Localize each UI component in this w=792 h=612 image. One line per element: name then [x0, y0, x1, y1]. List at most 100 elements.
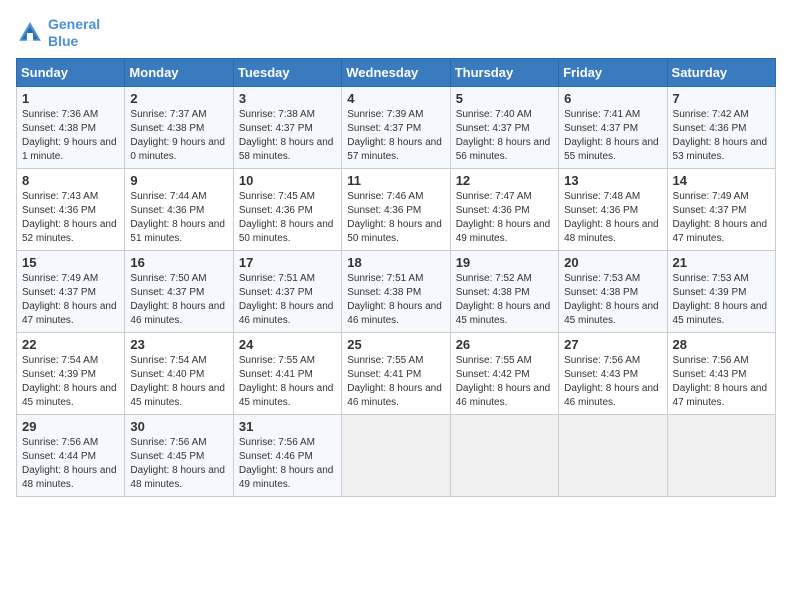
calendar-cell — [342, 414, 450, 496]
calendar-cell: 22 Sunrise: 7:54 AMSunset: 4:39 PMDayligh… — [17, 332, 125, 414]
calendar-week-4: 22 Sunrise: 7:54 AMSunset: 4:39 PMDayligh… — [17, 332, 776, 414]
day-number: 1 — [22, 91, 119, 106]
day-detail: Sunrise: 7:47 AMSunset: 4:36 PMDaylight:… — [456, 190, 553, 246]
day-number: 2 — [130, 91, 227, 106]
calendar-cell: 14Sunrise: 7:49 AMSunset: 4:37 PMDayligh… — [667, 168, 775, 250]
logo-icon — [16, 19, 44, 47]
logo-text: General Blue — [48, 16, 100, 50]
day-detail: Sunrise: 7:48 AMSunset: 4:36 PMDaylight:… — [564, 190, 661, 246]
day-detail: Sunrise: 7:55 AMSunset: 4:42 PMDaylight:… — [456, 354, 553, 410]
calendar-cell: 8Sunrise: 7:43 AMSunset: 4:36 PMDaylight… — [17, 168, 125, 250]
day-number: 17 — [239, 255, 336, 270]
day-number: 9 — [130, 173, 227, 188]
day-detail: Sunrise: 7:44 AMSunset: 4:36 PMDaylight:… — [130, 190, 227, 246]
calendar-cell: 30 Sunrise: 7:56 AMSunset: 4:45 PMDayligh… — [125, 414, 233, 496]
calendar-header-row: SundayMondayTuesdayWednesdayThursdayFrid… — [17, 58, 776, 86]
day-detail: Sunrise: 7:51 AMSunset: 4:37 PMDaylight:… — [239, 272, 336, 328]
day-detail: Sunrise: 7:37 AMSunset: 4:38 PMDaylight:… — [130, 108, 227, 164]
day-detail: Sunrise: 7:49 AMSunset: 4:37 PMDaylight:… — [22, 272, 119, 328]
calendar-cell: 9 Sunrise: 7:44 AMSunset: 4:36 PMDaylight… — [125, 168, 233, 250]
col-header-tuesday: Tuesday — [233, 58, 341, 86]
calendar-cell: 17 Sunrise: 7:51 AMSunset: 4:37 PMDayligh… — [233, 250, 341, 332]
calendar-cell: 1 Sunrise: 7:36 AMSunset: 4:38 PMDaylight… — [17, 86, 125, 168]
day-number: 27 — [564, 337, 661, 352]
day-number: 4 — [347, 91, 444, 106]
day-detail: Sunrise: 7:55 AMSunset: 4:41 PMDaylight:… — [347, 354, 444, 410]
calendar-cell: 7 Sunrise: 7:42 AMSunset: 4:36 PMDaylight… — [667, 86, 775, 168]
calendar-cell: 13 Sunrise: 7:48 AMSunset: 4:36 PMDayligh… — [559, 168, 667, 250]
day-number: 12 — [456, 173, 553, 188]
day-number: 5 — [456, 91, 553, 106]
calendar-cell: 11Sunrise: 7:46 AMSunset: 4:36 PMDayligh… — [342, 168, 450, 250]
col-header-thursday: Thursday — [450, 58, 558, 86]
day-number: 31 — [239, 419, 336, 434]
col-header-saturday: Saturday — [667, 58, 775, 86]
calendar-cell: 5Sunrise: 7:40 AMSunset: 4:37 PMDaylight… — [450, 86, 558, 168]
day-detail: Sunrise: 7:56 AMSunset: 4:45 PMDaylight:… — [130, 436, 227, 492]
day-number: 15 — [22, 255, 119, 270]
calendar-cell — [667, 414, 775, 496]
calendar-cell: 16 Sunrise: 7:50 AMSunset: 4:37 PMDayligh… — [125, 250, 233, 332]
day-detail: Sunrise: 7:38 AMSunset: 4:37 PMDaylight:… — [239, 108, 336, 164]
day-number: 20 — [564, 255, 661, 270]
day-number: 30 — [130, 419, 227, 434]
calendar-cell: 26 Sunrise: 7:55 AMSunset: 4:42 PMDayligh… — [450, 332, 558, 414]
day-number: 18 — [347, 255, 444, 270]
calendar-cell: 24 Sunrise: 7:55 AMSunset: 4:41 PMDayligh… — [233, 332, 341, 414]
day-detail: Sunrise: 7:36 AMSunset: 4:38 PMDaylight:… — [22, 108, 119, 164]
day-number: 28 — [673, 337, 770, 352]
day-detail: Sunrise: 7:50 AMSunset: 4:37 PMDaylight:… — [130, 272, 227, 328]
day-number: 13 — [564, 173, 661, 188]
calendar-cell: 29Sunrise: 7:56 AMSunset: 4:44 PMDayligh… — [17, 414, 125, 496]
day-detail: Sunrise: 7:56 AMSunset: 4:46 PMDaylight:… — [239, 436, 336, 492]
calendar-cell: 4Sunrise: 7:39 AMSunset: 4:37 PMDaylight… — [342, 86, 450, 168]
calendar-cell: 19 Sunrise: 7:52 AMSunset: 4:38 PMDayligh… — [450, 250, 558, 332]
day-number: 19 — [456, 255, 553, 270]
day-number: 10 — [239, 173, 336, 188]
calendar-cell: 20 Sunrise: 7:53 AMSunset: 4:38 PMDayligh… — [559, 250, 667, 332]
day-number: 25 — [347, 337, 444, 352]
calendar-cell: 25 Sunrise: 7:55 AMSunset: 4:41 PMDayligh… — [342, 332, 450, 414]
day-number: 6 — [564, 91, 661, 106]
calendar-cell: 21Sunrise: 7:53 AMSunset: 4:39 PMDayligh… — [667, 250, 775, 332]
day-detail: Sunrise: 7:54 AMSunset: 4:40 PMDaylight:… — [130, 354, 227, 410]
calendar-body: 1 Sunrise: 7:36 AMSunset: 4:38 PMDaylight… — [17, 86, 776, 496]
calendar-week-1: 1 Sunrise: 7:36 AMSunset: 4:38 PMDaylight… — [17, 86, 776, 168]
day-number: 22 — [22, 337, 119, 352]
calendar-cell: 6 Sunrise: 7:41 AMSunset: 4:37 PMDaylight… — [559, 86, 667, 168]
calendar-cell: 23Sunrise: 7:54 AMSunset: 4:40 PMDayligh… — [125, 332, 233, 414]
day-detail: Sunrise: 7:56 AMSunset: 4:44 PMDaylight:… — [22, 436, 119, 492]
day-number: 7 — [673, 91, 770, 106]
day-number: 26 — [456, 337, 553, 352]
col-header-sunday: Sunday — [17, 58, 125, 86]
calendar-cell: 15 Sunrise: 7:49 AMSunset: 4:37 PMDayligh… — [17, 250, 125, 332]
day-number: 16 — [130, 255, 227, 270]
day-detail: Sunrise: 7:54 AMSunset: 4:39 PMDaylight:… — [22, 354, 119, 410]
col-header-monday: Monday — [125, 58, 233, 86]
page-header: General Blue — [16, 16, 776, 50]
logo: General Blue — [16, 16, 100, 50]
calendar-cell: 10Sunrise: 7:45 AMSunset: 4:36 PMDayligh… — [233, 168, 341, 250]
day-detail: Sunrise: 7:51 AMSunset: 4:38 PMDaylight:… — [347, 272, 444, 328]
calendar-table: SundayMondayTuesdayWednesdayThursdayFrid… — [16, 58, 776, 497]
day-number: 14 — [673, 173, 770, 188]
calendar-cell: 28 Sunrise: 7:56 AMSunset: 4:43 PMDayligh… — [667, 332, 775, 414]
day-number: 8 — [22, 173, 119, 188]
day-detail: Sunrise: 7:55 AMSunset: 4:41 PMDaylight:… — [239, 354, 336, 410]
day-detail: Sunrise: 7:56 AMSunset: 4:43 PMDaylight:… — [564, 354, 661, 410]
calendar-week-2: 8Sunrise: 7:43 AMSunset: 4:36 PMDaylight… — [17, 168, 776, 250]
day-detail: Sunrise: 7:56 AMSunset: 4:43 PMDaylight:… — [673, 354, 770, 410]
day-detail: Sunrise: 7:46 AMSunset: 4:36 PMDaylight:… — [347, 190, 444, 246]
calendar-week-3: 15 Sunrise: 7:49 AMSunset: 4:37 PMDayligh… — [17, 250, 776, 332]
calendar-cell — [450, 414, 558, 496]
calendar-week-5: 29Sunrise: 7:56 AMSunset: 4:44 PMDayligh… — [17, 414, 776, 496]
calendar-cell: 3Sunrise: 7:38 AMSunset: 4:37 PMDaylight… — [233, 86, 341, 168]
day-detail: Sunrise: 7:53 AMSunset: 4:38 PMDaylight:… — [564, 272, 661, 328]
day-number: 24 — [239, 337, 336, 352]
day-detail: Sunrise: 7:42 AMSunset: 4:36 PMDaylight:… — [673, 108, 770, 164]
calendar-cell: 12 Sunrise: 7:47 AMSunset: 4:36 PMDayligh… — [450, 168, 558, 250]
col-header-wednesday: Wednesday — [342, 58, 450, 86]
col-header-friday: Friday — [559, 58, 667, 86]
day-detail: Sunrise: 7:52 AMSunset: 4:38 PMDaylight:… — [456, 272, 553, 328]
day-detail: Sunrise: 7:41 AMSunset: 4:37 PMDaylight:… — [564, 108, 661, 164]
